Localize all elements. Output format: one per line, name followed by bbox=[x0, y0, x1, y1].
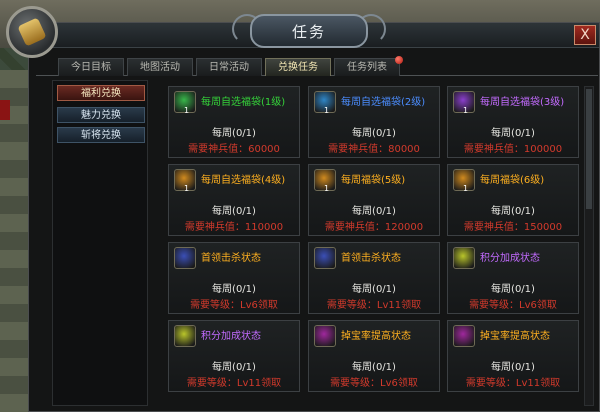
weekly-exchange-count: 每周(0/1) bbox=[491, 206, 535, 217]
close-button[interactable]: X bbox=[574, 25, 596, 45]
exchange-requirement: 需要神兵值：150000 bbox=[463, 222, 563, 233]
exchange-requirement: 需要神兵值：80000 bbox=[328, 144, 420, 155]
tab-quest-list-label: 任务列表 bbox=[347, 62, 387, 73]
item-quantity: 1 bbox=[463, 106, 469, 115]
treasure-drop-icon bbox=[314, 325, 336, 347]
exchange-requirement: 需要等级：Lv6领取 bbox=[330, 378, 418, 389]
tab-exchange-quests[interactable]: 兑换任务 bbox=[265, 58, 331, 76]
item-quantity: 1 bbox=[324, 106, 330, 115]
exchange-requirement: 需要神兵值：110000 bbox=[184, 222, 284, 233]
exchange-category-sidebar: 福利兑换 魅力兑换 斩将兑换 bbox=[52, 80, 148, 406]
tab-bar: 今日目标 地图活动 日常活动 兑换任务 任务列表 bbox=[58, 56, 403, 76]
item-name: 积分加成状态 bbox=[201, 331, 261, 342]
exchange-item-card[interactable]: 1 每周自选福袋(2级) 每周(0/1) 需要神兵值：80000 bbox=[308, 86, 440, 158]
item-name: 每周自选福袋(4级) bbox=[201, 175, 286, 186]
exchange-item-card[interactable]: 首领击杀状态 每周(0/1) 需要等级：Lv11领取 bbox=[308, 242, 440, 314]
exchange-requirement: 需要等级：Lv6领取 bbox=[190, 300, 278, 311]
tab-map-activities[interactable]: 地图活动 bbox=[127, 58, 193, 76]
window-title: 任务 bbox=[291, 22, 326, 41]
hud-edge-marker bbox=[0, 100, 10, 120]
weekly-exchange-count: 每周(0/1) bbox=[212, 362, 256, 373]
exchange-item-card[interactable]: 1 每周福袋(5级) 每周(0/1) 需要神兵值：120000 bbox=[308, 164, 440, 236]
weekly-exchange-count: 每周(0/1) bbox=[491, 284, 535, 295]
sidebar-item-general-kill-exchange[interactable]: 斩将兑换 bbox=[57, 127, 145, 143]
tab-quest-list[interactable]: 任务列表 bbox=[334, 56, 403, 76]
item-quantity: 1 bbox=[184, 106, 190, 115]
exchange-requirement: 需要神兵值：100000 bbox=[463, 144, 563, 155]
quest-scroll-emblem-icon bbox=[6, 6, 58, 58]
knight-helmet-icon bbox=[314, 247, 336, 269]
item-quantity: 1 bbox=[324, 184, 330, 193]
exchange-requirement: 需要神兵值：120000 bbox=[324, 222, 424, 233]
scroll-icon bbox=[17, 17, 47, 47]
window-title-plate: 任务 bbox=[250, 14, 368, 48]
game-world-wall bbox=[0, 70, 30, 412]
exchange-item-card[interactable]: 1 每周自选福袋(3级) 每周(0/1) 需要神兵值：100000 bbox=[447, 86, 579, 158]
exchange-requirement: 需要神兵值：60000 bbox=[188, 144, 280, 155]
cp-badge-icon bbox=[453, 247, 475, 269]
item-name: 积分加成状态 bbox=[480, 253, 540, 264]
exchange-item-card[interactable]: 积分加成状态 每周(0/1) 需要等级：Lv11领取 bbox=[168, 320, 300, 392]
exchange-item-card[interactable]: 掉宝率提高状态 每周(0/1) 需要等级：Lv11领取 bbox=[447, 320, 579, 392]
weekly-exchange-count: 每周(0/1) bbox=[212, 206, 256, 217]
knight-helmet-icon bbox=[174, 247, 196, 269]
exchange-requirement: 需要等级：Lv11领取 bbox=[186, 378, 282, 389]
grid-scrollbar[interactable] bbox=[584, 86, 594, 406]
weekly-exchange-count: 每周(0/1) bbox=[212, 284, 256, 295]
item-name: 掉宝率提高状态 bbox=[341, 331, 411, 342]
item-name: 掉宝率提高状态 bbox=[480, 331, 550, 342]
sidebar-item-charm-exchange[interactable]: 魅力兑换 bbox=[57, 107, 145, 123]
exchange-requirement: 需要等级：Lv6领取 bbox=[469, 300, 557, 311]
item-quantity: 1 bbox=[463, 184, 469, 193]
weekly-exchange-count: 每周(0/1) bbox=[352, 362, 396, 373]
exchange-item-card[interactable]: 积分加成状态 每周(0/1) 需要等级：Lv6领取 bbox=[447, 242, 579, 314]
item-name: 每周自选福袋(2级) bbox=[341, 97, 426, 108]
item-name: 每周福袋(5级) bbox=[341, 175, 406, 186]
item-name: 首领击杀状态 bbox=[341, 253, 401, 264]
item-name: 首领击杀状态 bbox=[201, 253, 261, 264]
exchange-item-card[interactable]: 首领击杀状态 每周(0/1) 需要等级：Lv6领取 bbox=[168, 242, 300, 314]
weekly-exchange-count: 每周(0/1) bbox=[352, 284, 396, 295]
tab-today-goals[interactable]: 今日目标 bbox=[58, 58, 124, 76]
item-quantity: 1 bbox=[184, 184, 190, 193]
exchange-item-card[interactable]: 1 每周福袋(6级) 每周(0/1) 需要神兵值：150000 bbox=[447, 164, 579, 236]
weekly-exchange-count: 每周(0/1) bbox=[491, 128, 535, 139]
scrollbar-thumb[interactable] bbox=[586, 89, 592, 209]
exchange-requirement: 需要等级：Lv11领取 bbox=[465, 378, 561, 389]
tab-daily-activities[interactable]: 日常活动 bbox=[196, 58, 262, 76]
sidebar-item-welfare-exchange[interactable]: 福利兑换 bbox=[57, 85, 145, 101]
weekly-exchange-count: 每周(0/1) bbox=[491, 362, 535, 373]
exchange-item-card[interactable]: 1 每周自选福袋(1级) 每周(0/1) 需要神兵值：60000 bbox=[168, 86, 300, 158]
notification-dot-icon bbox=[395, 56, 403, 64]
exchange-item-card[interactable]: 1 每周自选福袋(4级) 每周(0/1) 需要神兵值：110000 bbox=[168, 164, 300, 236]
treasure-drop-icon bbox=[453, 325, 475, 347]
weekly-exchange-count: 每周(0/1) bbox=[352, 206, 396, 217]
item-name: 每周福袋(6级) bbox=[480, 175, 545, 186]
item-name: 每周自选福袋(3级) bbox=[480, 97, 565, 108]
weekly-exchange-count: 每周(0/1) bbox=[352, 128, 396, 139]
exchange-item-grid: 1 每周自选福袋(1级) 每周(0/1) 需要神兵值：60000 1 每周自选福袋(2级)… bbox=[168, 86, 580, 412]
exchange-item-card[interactable]: 掉宝率提高状态 每周(0/1) 需要等级：Lv6领取 bbox=[308, 320, 440, 392]
weekly-exchange-count: 每周(0/1) bbox=[212, 128, 256, 139]
exchange-requirement: 需要等级：Lv11领取 bbox=[326, 300, 422, 311]
item-name: 每周自选福袋(1级) bbox=[201, 97, 286, 108]
cp-badge-icon bbox=[174, 325, 196, 347]
